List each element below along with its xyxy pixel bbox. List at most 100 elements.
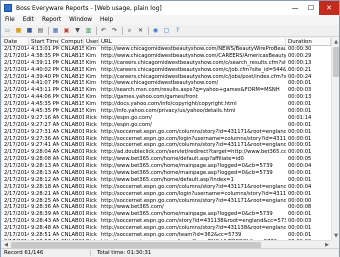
cell-user: Rick (86, 121, 97, 128)
cell-url: http://soccernet.espn.go.com/columns/sto… (101, 225, 286, 232)
table-row[interactable]: 2/17/2014 9:28:25 AM CNLAB01 Rick http://soc… (2, 198, 331, 205)
cell-start-time: 9:28:08 AM (31, 156, 59, 163)
toolbar-separator (122, 26, 123, 35)
web-icon[interactable]: ◉ (151, 26, 160, 35)
cell-computer: CNLAB01 (61, 170, 84, 177)
scroll-down-arrow-icon[interactable]: ▼ (332, 232, 340, 240)
table-row[interactable]: 2/17/2014 4:13:01 PM CNLAB15 Kim http://www.… (2, 46, 331, 53)
cell-duration: 00:00:13 (288, 94, 312, 101)
cell-user: Rick (86, 156, 97, 163)
table-row[interactable]: 2/17/2014 9:28:51 AM CNLAB01 Rick http://soc… (2, 232, 331, 239)
print-icon[interactable]: ▤ (36, 26, 45, 35)
close-button[interactable]: ✕ (319, 1, 339, 15)
grid-view-icon[interactable]: ▦ (51, 26, 60, 35)
open-folder-icon[interactable]: ■ (14, 26, 23, 35)
table-row[interactable]: 2/17/2014 4:45:35 PM CNLAB15 Kim http://info… (2, 108, 331, 115)
calendar-icon[interactable]: ▣ (62, 26, 71, 35)
find-icon[interactable]: ⌕ (125, 26, 134, 35)
vertical-scroll-thumb[interactable] (333, 47, 339, 77)
cell-url: http://www.bet365.com/home/default.asp?i… (101, 176, 234, 183)
table-row[interactable]: 2/17/2014 4:44:06 PM CNLAB15 Kim http://game… (2, 94, 331, 101)
cell-user: Rick (86, 142, 97, 149)
menu-file[interactable]: File (1, 17, 19, 23)
cell-duration: 00:00:03 (288, 218, 312, 225)
chart-icon[interactable]: ▥ (84, 26, 93, 35)
cell-computer: CNLAB01 (61, 218, 84, 225)
table-row[interactable]: 2/17/2014 9:27:41 AM CNLAB01 Rick http://soc… (2, 142, 331, 149)
table-row[interactable]: 2/17/2014 4:39:40 PM CNLAB15 Kim http://care… (2, 74, 331, 81)
table-row[interactable]: 2/17/2014 4:45:35 PM CNLAB15 Kim http://docs… (2, 101, 331, 108)
cell-computer: CNLAB01 (61, 163, 84, 170)
table-row[interactable]: 2/17/2014 9:28:18 AM CNLAB01 Rick http://soc… (2, 184, 331, 191)
cell-duration: 00:00:01 (288, 211, 312, 218)
table-row[interactable]: 2/17/2014 9:28:48 AM CNLAB01 Rick http://soc… (2, 225, 331, 232)
cell-url: http://soccernet.espn.go.com/team?id=362… (101, 232, 242, 239)
minimize-button[interactable]: — (287, 1, 303, 15)
cell-start-time: 4:43:11 PM (31, 87, 59, 94)
menu-window[interactable]: Window (65, 17, 96, 23)
maximize-button[interactable]: ☐ (303, 1, 319, 15)
table-row[interactable]: 2/17/2014 9:27:36 AM CNLAB01 Rick http://soc… (2, 136, 331, 143)
cell-computer: CNLAB01 (61, 225, 84, 232)
cell-url: http://ad.doubleclick.com/servlet/redire… (101, 149, 286, 156)
column-header-date[interactable]: Date (2, 38, 29, 45)
table-row[interactable]: 2/17/2014 4:38:35 PM CNLAB15 Kim http://www.… (2, 53, 331, 60)
table-row[interactable]: 2/17/2014 9:28:13 AM CNLAB01 Rick http://www… (2, 170, 331, 177)
cell-date: 2/17/2014 (4, 114, 29, 121)
cell-duration: 00:00:01 (288, 176, 312, 183)
table-row[interactable]: 2/17/2014 9:28:39 AM CNLAB01 Rick http://www… (2, 211, 331, 218)
delete-icon[interactable]: ✕ (136, 26, 145, 35)
cell-computer: CNLAB15 (61, 46, 84, 52)
table-row[interactable]: 2/17/2014 9:27:16 AM CNLAB01 Rick http://esp… (2, 115, 331, 122)
table-row[interactable]: 2/17/2014 9:28:04 AM CNLAB01 Rick http://ad.… (2, 149, 331, 156)
table-row[interactable]: 2/17/2014 9:28:12 AM CNLAB01 Rick http://www… (2, 177, 331, 184)
table-row[interactable]: 2/17/2014 9:28:36 AM CNLAB01 Rick http://www… (2, 204, 331, 211)
cell-computer: CNLAB15 (61, 94, 84, 101)
undo-icon[interactable]: ↶ (99, 26, 108, 35)
table-row[interactable]: 2/17/2014 9:27:27 AM CNLAB01 Rick http://esp… (2, 122, 331, 129)
table-row[interactable]: 2/17/2014 4:40:02 PM CNLAB15 Kim http://care… (2, 67, 331, 74)
cell-start-time: 4:40:02 PM (31, 66, 59, 73)
cell-duration: 00:00:00 (288, 197, 312, 204)
vertical-scrollbar[interactable]: ▲ ▼ (331, 38, 339, 240)
window-title: Boss Everyware Reports - [Web usage, pla… (16, 4, 162, 12)
column-header-computer[interactable]: Computer (59, 38, 84, 45)
cell-start-time: 9:28:13 AM (31, 163, 59, 170)
table-row[interactable]: 2/17/2014 9:28:08 AM CNLAB01 Rick http://www… (2, 156, 331, 163)
menu-help[interactable]: Help (96, 17, 117, 23)
cell-computer: CNLAB01 (61, 211, 84, 218)
menu-edit[interactable]: Edit (19, 17, 38, 23)
cell-url: http://docs.yahoo.com/info/copyright/cop… (101, 101, 237, 108)
help-icon[interactable]: ? (173, 26, 182, 35)
new-report-icon[interactable]: ▭ (3, 26, 12, 35)
menu-bar: File Edit Report Window Help (1, 15, 339, 25)
table-row[interactable]: 2/17/2014 4:43:11 PM CNLAB15 Kim http://sear… (2, 87, 331, 94)
table-row[interactable]: 2/17/2014 9:28:43 AM CNLAB01 Rick http://soc… (2, 218, 331, 225)
export-icon[interactable]: ▢ (162, 26, 171, 35)
column-header-start-time[interactable]: Start Time (29, 38, 59, 45)
save-icon[interactable]: ■ (25, 26, 34, 35)
table-body: 2/17/2014 4:13:01 PM CNLAB15 Kim http://www.… (2, 46, 331, 240)
column-header-url[interactable]: URL (99, 38, 286, 45)
cell-url: http://www.chicagomidwestbeautyshow.com/… (101, 52, 286, 59)
table-row[interactable]: 2/17/2014 9:28:13 AM CNLAB01 Rick http://www… (2, 163, 331, 170)
cell-url: http://games.yahoo.com/games/front (101, 94, 198, 101)
cell-computer: CNLAB15 (61, 73, 84, 80)
menu-report[interactable]: Report (38, 17, 65, 23)
table-row[interactable]: 2/17/2014 9:27:31 AM CNLAB01 Rick http://soc… (2, 129, 331, 136)
scroll-up-arrow-icon[interactable]: ▲ (332, 38, 340, 46)
cell-start-time: 9:28:04 AM (31, 149, 59, 156)
column-header-duration[interactable]: Duration (286, 38, 331, 45)
cell-start-time: 9:28:48 AM (31, 225, 59, 232)
table-row[interactable]: 2/17/2014 4:41:07 PM CNLAB15 Kim http://www.… (2, 80, 331, 87)
cell-url: http://soccernet.espn.go.com/login?usern… (101, 135, 286, 142)
cell-url: http://info.yahoo.com/privacy/us/yahoo/d… (101, 108, 236, 115)
table-row[interactable]: 2/17/2014 4:39:11 PM CNLAB15 Kim http://care… (2, 60, 331, 67)
redo-icon[interactable]: ↷ (110, 26, 119, 35)
cell-date: 2/17/2014 (4, 204, 29, 211)
horizontal-scrollbar[interactable]: ◀ ▶ (2, 240, 331, 248)
column-header-user[interactable]: User (84, 38, 99, 45)
table-row[interactable]: 2/17/2014 9:28:21 AM CNLAB01 Rick http://soc… (2, 191, 331, 198)
cell-duration: 00:00:03 (288, 87, 312, 94)
filter-icon[interactable]: ▼ (73, 26, 82, 35)
